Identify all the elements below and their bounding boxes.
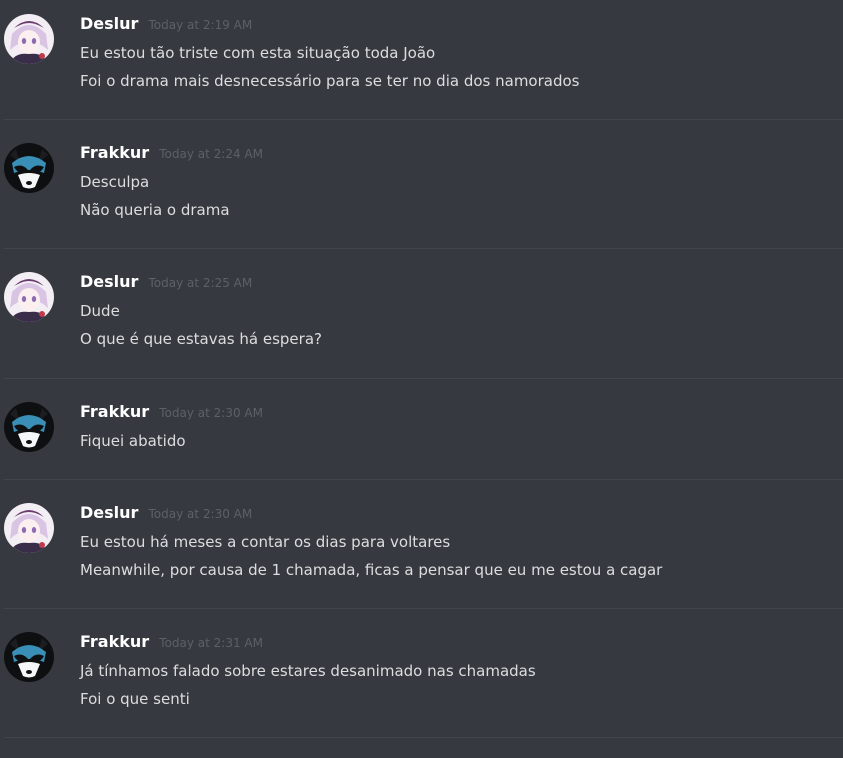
timestamp: Today at 2:19 AM	[148, 18, 253, 32]
username[interactable]: Deslur	[80, 503, 138, 522]
timestamp: Today at 2:30 AM	[148, 507, 253, 521]
raccoon-avatar-icon	[4, 632, 54, 682]
message-text: Foi o que senti	[80, 690, 190, 708]
avatar[interactable]	[4, 503, 54, 553]
anime-girl-avatar-icon	[4, 503, 54, 553]
message-header: Deslur Today at 2:30 AM	[80, 503, 252, 527]
username[interactable]: Frakkur	[80, 143, 149, 162]
message-text: Meanwhile, por causa de 1 chamada, ficas…	[80, 561, 663, 579]
chat-message-list: Deslur Today at 2:19 AM Eu estou tão tri…	[0, 0, 843, 758]
message-text: Foi o drama mais desnecessário para se t…	[80, 72, 580, 90]
message-divider	[4, 479, 843, 480]
message-divider	[4, 378, 843, 379]
timestamp: Today at 2:31 AM	[159, 636, 263, 650]
message-header: Frakkur Today at 2:31 AM	[80, 632, 263, 656]
message-header: Deslur Today at 2:25 AM	[80, 272, 252, 296]
username[interactable]: Frakkur	[80, 402, 149, 421]
message-header: Frakkur Today at 2:24 AM	[80, 143, 263, 167]
message-text: Já tínhamos falado sobre estares desanim…	[80, 662, 536, 680]
message-text: Desculpa	[80, 173, 150, 191]
avatar[interactable]	[4, 632, 54, 682]
message-header: Deslur Today at 2:19 AM	[80, 14, 252, 38]
raccoon-avatar-icon	[4, 143, 54, 193]
avatar[interactable]	[4, 14, 54, 64]
username[interactable]: Deslur	[80, 14, 138, 33]
anime-girl-avatar-icon	[4, 14, 54, 64]
message-text: Fiquei abatido	[80, 432, 186, 450]
timestamp: Today at 2:30 AM	[159, 406, 263, 420]
timestamp: Today at 2:25 AM	[148, 276, 253, 290]
message-divider	[4, 119, 843, 120]
username[interactable]: Deslur	[80, 272, 138, 291]
message-header: Frakkur Today at 2:30 AM	[80, 402, 263, 426]
message-text: Eu estou tão triste com esta situação to…	[80, 44, 436, 62]
timestamp: Today at 2:24 AM	[159, 147, 263, 161]
message-divider	[4, 737, 843, 738]
message-divider	[4, 608, 843, 609]
avatar[interactable]	[4, 272, 54, 322]
message-text: Dude	[80, 302, 120, 320]
message-text: Não queria o drama	[80, 201, 230, 219]
username[interactable]: Frakkur	[80, 632, 149, 651]
message-text: Eu estou há meses a contar os dias para …	[80, 533, 451, 551]
message-text: O que é que estavas há espera?	[80, 330, 322, 348]
avatar[interactable]	[4, 402, 54, 452]
message-divider	[4, 248, 843, 249]
anime-girl-avatar-icon	[4, 272, 54, 322]
avatar[interactable]	[4, 143, 54, 193]
raccoon-avatar-icon	[4, 402, 54, 452]
